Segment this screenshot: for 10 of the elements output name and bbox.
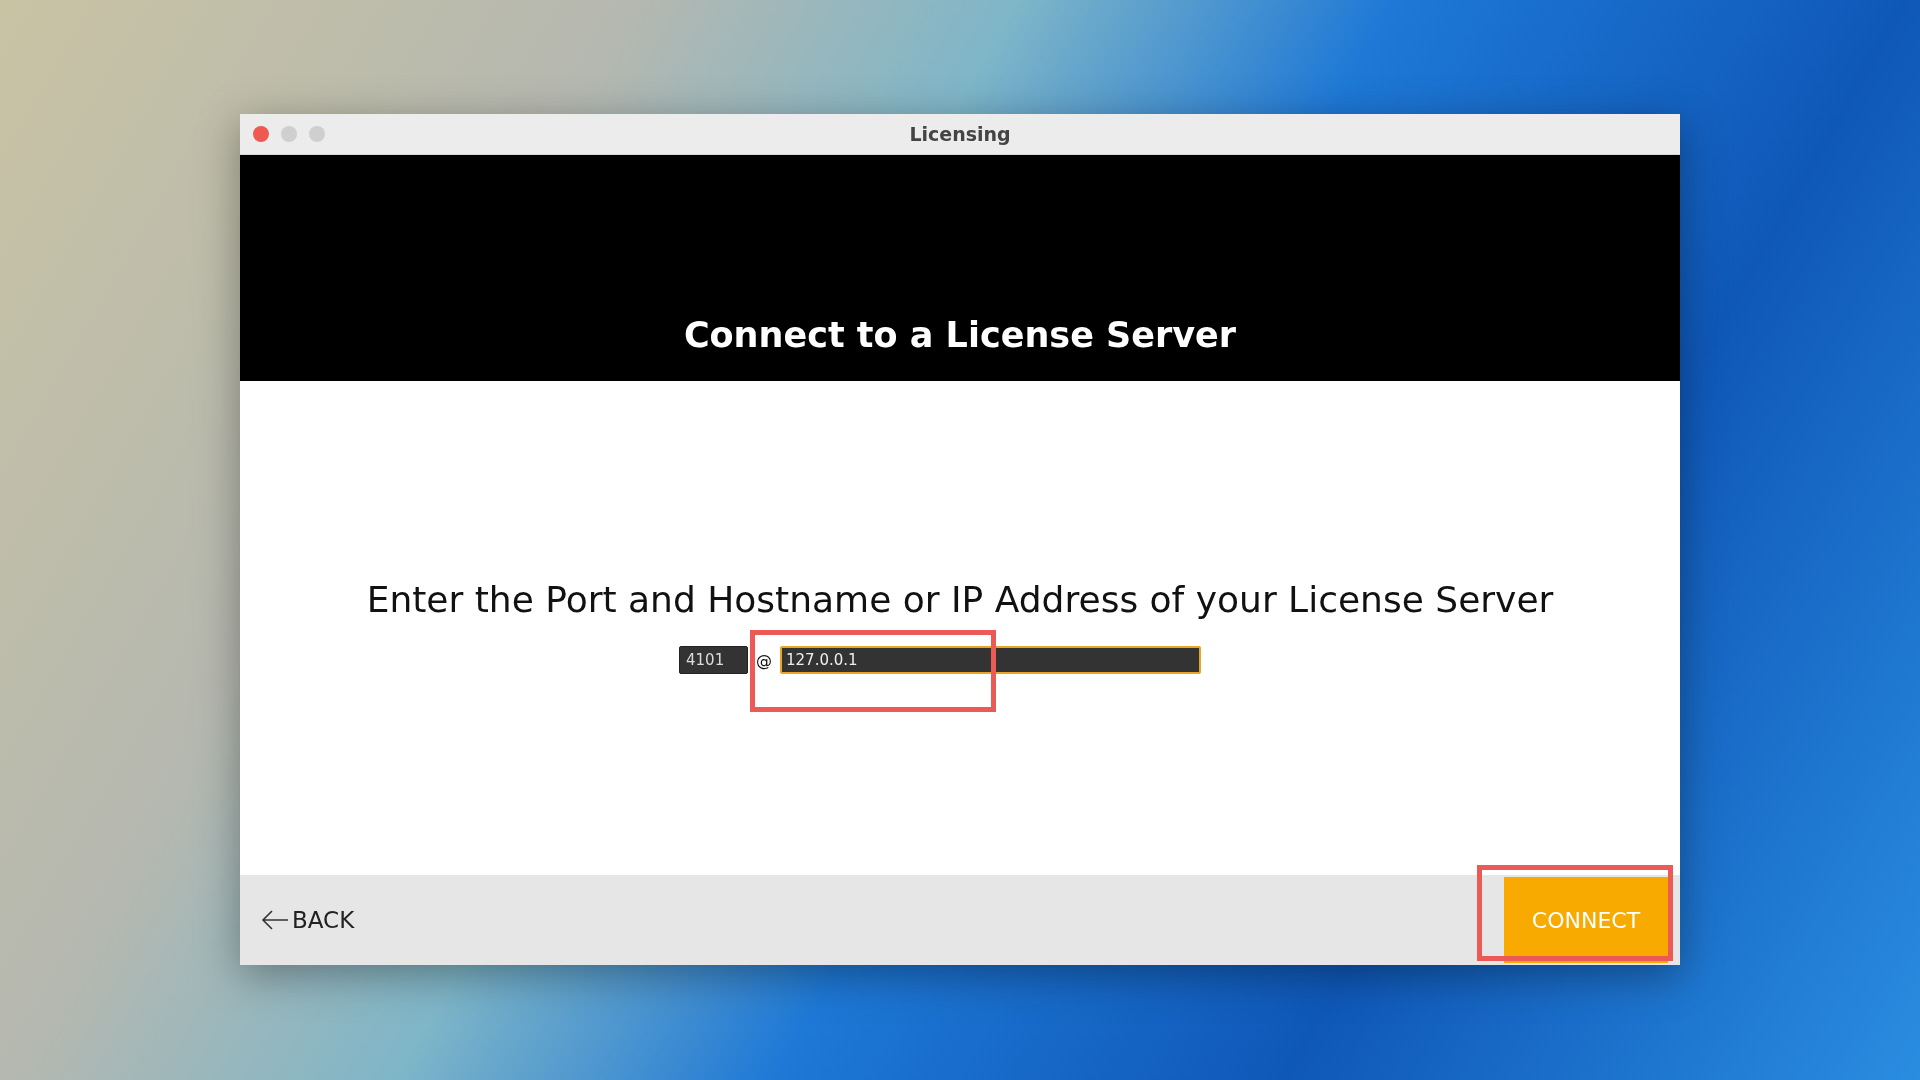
zoom-button[interactable] xyxy=(309,126,325,142)
close-button[interactable] xyxy=(253,126,269,142)
hostname-field[interactable]: 127.0.0.1 xyxy=(780,646,1201,674)
back-button[interactable]: BACK xyxy=(240,905,355,935)
header-title: Connect to a License Server xyxy=(683,315,1237,355)
at-sign: @ xyxy=(756,650,772,670)
minimize-button[interactable] xyxy=(281,126,297,142)
port-field[interactable]: 4101 xyxy=(679,646,748,674)
prompt-text: Enter the Port and Hostname or IP Address of your License Server xyxy=(366,579,1554,620)
window-title: Licensing xyxy=(909,123,1011,145)
